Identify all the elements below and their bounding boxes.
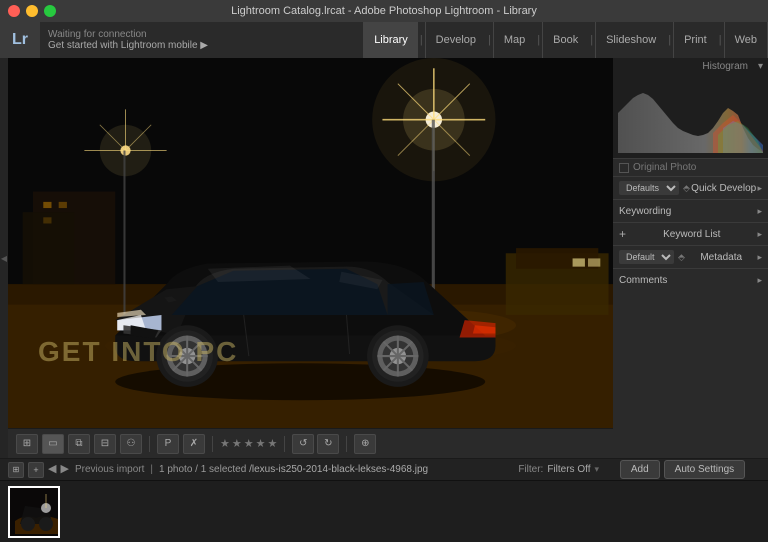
- survey-view-button[interactable]: ⊟: [94, 434, 116, 454]
- close-button[interactable]: [8, 5, 20, 17]
- rotate-controls: ↺ ↻: [292, 434, 339, 454]
- main-content: ◀: [0, 58, 768, 458]
- sep2: [212, 436, 213, 452]
- quick-develop-section: Defaults ⬘ Quick Develop ▸: [613, 176, 768, 199]
- histogram-arrow[interactable]: ▾: [758, 61, 763, 72]
- tab-map[interactable]: Map: [493, 22, 535, 58]
- window-controls: [8, 5, 56, 17]
- grid-view-button[interactable]: ⊞: [16, 434, 38, 454]
- previous-import-label[interactable]: Previous import: [75, 464, 144, 475]
- quick-develop-row[interactable]: Defaults ⬘ Quick Develop ▸: [613, 177, 768, 199]
- center-area: GET INTO PC ⊞ ▭ ⧉ ⊟ ⚇ P ✗ ★ ★ ★ ★ ★: [8, 58, 613, 458]
- metadata-arrow: ▸: [757, 252, 762, 263]
- original-photo-label: Original Photo: [633, 162, 696, 173]
- histogram-chart: [613, 73, 768, 158]
- filter-label: Filter:: [518, 464, 543, 475]
- original-photo-row: Original Photo: [613, 158, 768, 176]
- main-photo: GET INTO PC: [8, 58, 613, 428]
- left-panel-toggle[interactable]: ◀: [0, 58, 8, 458]
- comments-arrow: ▸: [757, 275, 762, 286]
- sep3: [284, 436, 285, 452]
- keywording-row[interactable]: Keywording ▸: [613, 200, 768, 222]
- tab-slideshow[interactable]: Slideshow: [595, 22, 666, 58]
- photo-count: |: [150, 464, 153, 475]
- flag-pick-button[interactable]: P: [157, 434, 179, 454]
- right-panel: Histogram ▾: [613, 58, 768, 458]
- metadata-section: Default ⬘ Metadata ▸: [613, 245, 768, 268]
- tab-library[interactable]: Library: [363, 22, 418, 58]
- people-view-button[interactable]: ⚇: [120, 434, 142, 454]
- star-4[interactable]: ★: [256, 437, 266, 450]
- rotate-left-button[interactable]: ↺: [292, 434, 314, 454]
- quick-develop-dropdown[interactable]: Defaults: [619, 181, 679, 195]
- auto-settings-button[interactable]: Auto Settings: [664, 460, 745, 479]
- next-arrow[interactable]: ▶: [60, 462, 68, 478]
- star-rating[interactable]: ★ ★ ★ ★ ★: [220, 437, 277, 450]
- overlay-button[interactable]: ⊕: [354, 434, 376, 454]
- comments-label: Comments: [619, 275, 667, 286]
- metadata-label: Metadata: [700, 252, 742, 263]
- minimize-button[interactable]: [26, 5, 38, 17]
- metadata-dropdown[interactable]: Default: [619, 250, 674, 264]
- lr-logo: Lr: [0, 22, 40, 58]
- star-5[interactable]: ★: [268, 437, 278, 450]
- tab-book[interactable]: Book: [542, 22, 588, 58]
- filter-arrow[interactable]: ▾: [594, 464, 599, 475]
- filmstrip-thumb-1[interactable]: [8, 486, 60, 538]
- histogram-label: Histogram: [702, 61, 748, 72]
- car-scene-svg: [8, 58, 613, 428]
- bottom-action-buttons: Add Auto Settings: [605, 460, 760, 479]
- mobile-status[interactable]: Get started with Lightroom mobile ▶: [48, 40, 355, 51]
- quick-develop-label: Quick Develop: [691, 183, 756, 194]
- star-1[interactable]: ★: [220, 437, 230, 450]
- keyword-list-arrow: ▸: [757, 229, 762, 240]
- status-bar: ⊞ + ◀ ▶ Previous import | 1 photo / 1 se…: [0, 458, 768, 480]
- flag-reject-button[interactable]: ✗: [183, 434, 205, 454]
- tab-web[interactable]: Web: [724, 22, 768, 58]
- nav-tabs: Library | Develop | Map | Book | Slidesh…: [363, 22, 768, 58]
- keyword-list-row[interactable]: + Keyword List ▸: [613, 223, 768, 245]
- tab-print[interactable]: Print: [673, 22, 717, 58]
- file-info: 1 photo / 1 selected /lexus-is250-2014-b…: [159, 464, 512, 475]
- bottom-toolbar: ⊞ ▭ ⧉ ⊟ ⚇ P ✗ ★ ★ ★ ★ ★ ↺ ↻: [8, 428, 613, 458]
- add-button-right[interactable]: Add: [620, 460, 660, 479]
- window-title: Lightroom Catalog.lrcat - Adobe Photosho…: [231, 5, 537, 17]
- original-photo-checkbox[interactable]: [619, 163, 629, 173]
- filter-value[interactable]: Filters Off: [547, 464, 590, 475]
- sep4: [346, 436, 347, 452]
- sep1: [149, 436, 150, 452]
- keywording-label: Keywording: [619, 206, 671, 217]
- grid-small-button[interactable]: ⊞: [8, 462, 24, 478]
- metadata-row[interactable]: Default ⬘ Metadata ▸: [613, 246, 768, 268]
- add-button[interactable]: +: [28, 462, 44, 478]
- photo-container: GET INTO PC: [8, 58, 613, 428]
- keywording-section: Keywording ▸: [613, 199, 768, 222]
- watermark: GET INTO PC: [38, 336, 238, 368]
- compare-view-button[interactable]: ⧉: [68, 434, 90, 454]
- top-bar: Lr Waiting for connection Get started wi…: [0, 22, 768, 58]
- nav-arrows: ⊞ + ◀ ▶: [8, 462, 69, 478]
- loupe-view-button[interactable]: ▭: [42, 434, 64, 454]
- star-3[interactable]: ★: [244, 437, 254, 450]
- prev-arrow[interactable]: ◀: [48, 462, 56, 478]
- comments-row[interactable]: Comments ▸: [613, 269, 768, 291]
- star-2[interactable]: ★: [232, 437, 242, 450]
- keyword-list-plus[interactable]: +: [619, 227, 626, 241]
- tab-develop[interactable]: Develop: [425, 22, 486, 58]
- filmstrip: [0, 480, 768, 542]
- filter-area: Filter: Filters Off ▾: [518, 464, 599, 475]
- status-area: Waiting for connection Get started with …: [40, 29, 363, 51]
- connection-status: Waiting for connection: [48, 29, 355, 40]
- keyword-list-section: + Keyword List ▸: [613, 222, 768, 245]
- keywording-arrow: ▸: [757, 206, 762, 217]
- histogram-section: Histogram ▾: [613, 58, 768, 158]
- title-bar: Lightroom Catalog.lrcat - Adobe Photosho…: [0, 0, 768, 22]
- keyword-list-label: Keyword List: [663, 229, 720, 240]
- maximize-button[interactable]: [44, 5, 56, 17]
- quick-develop-arrow: ▸: [757, 183, 762, 194]
- comments-section: Comments ▸: [613, 268, 768, 291]
- rotate-right-button[interactable]: ↻: [317, 434, 339, 454]
